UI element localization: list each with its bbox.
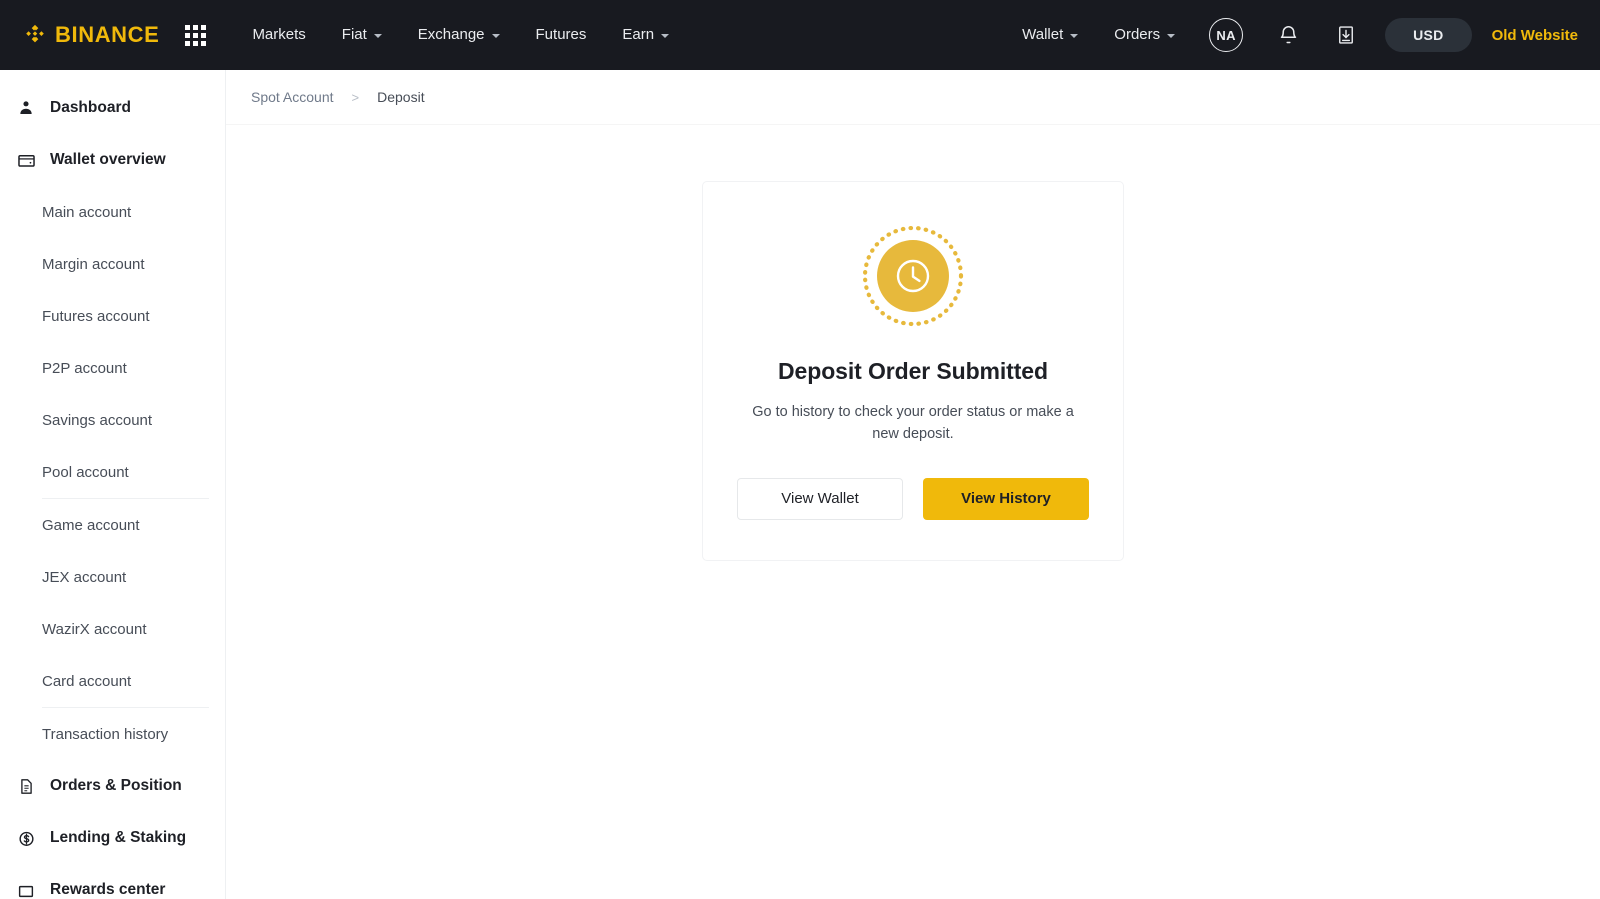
sidebar-item-pool-account[interactable]: Pool account bbox=[0, 446, 225, 498]
main-content: Spot Account > Deposit Deposit Order Sub… bbox=[226, 70, 1600, 899]
clock-glyph bbox=[862, 225, 964, 327]
deposit-status-card: Deposit Order Submitted Go to history to… bbox=[702, 181, 1124, 561]
breadcrumb-current[interactable]: Deposit bbox=[377, 89, 424, 105]
download-glyph bbox=[1339, 26, 1354, 44]
dollar-coin-glyph bbox=[18, 831, 34, 846]
sidebar-item-margin-account[interactable]: Margin account bbox=[0, 238, 225, 290]
avatar-initials: NA bbox=[1216, 27, 1236, 43]
sidebar-item-transaction-history[interactable]: Transaction history bbox=[0, 708, 225, 760]
sidebar-item-game-account[interactable]: Game account bbox=[0, 499, 225, 551]
document-glyph bbox=[20, 778, 32, 794]
nav-item-orders[interactable]: Orders bbox=[1096, 0, 1193, 70]
sidebar-item-jex-account[interactable]: JEX account bbox=[0, 551, 225, 603]
sidebar-item-label: Orders & Position bbox=[50, 777, 182, 794]
nav-label: Earn bbox=[622, 26, 655, 43]
person-icon bbox=[16, 98, 36, 118]
clock-icon bbox=[861, 224, 965, 328]
nav-item-exchange[interactable]: Exchange bbox=[400, 0, 518, 70]
binance-diamond-icon bbox=[26, 24, 44, 43]
chevron-down-icon bbox=[661, 34, 670, 38]
page-body: Dashboard Wallet overview Main account M… bbox=[0, 70, 1600, 899]
sidebar-item-rewards-center[interactable]: Rewards center bbox=[0, 864, 225, 899]
person-glyph bbox=[20, 101, 32, 114]
nav-item-futures[interactable]: Futures bbox=[518, 0, 605, 70]
card-container: Deposit Order Submitted Go to history to… bbox=[226, 125, 1600, 561]
main-nav: Markets Fiat Exchange Futures Earn bbox=[234, 0, 687, 70]
brand-name: BINANCE bbox=[55, 22, 160, 47]
old-website-link[interactable]: Old Website bbox=[1492, 27, 1578, 44]
apps-grid-icon[interactable] bbox=[185, 24, 207, 46]
gift-icon bbox=[16, 880, 36, 899]
sidebar-item-savings-account[interactable]: Savings account bbox=[0, 394, 225, 446]
wallet-icon bbox=[16, 150, 36, 170]
chevron-down-icon bbox=[1167, 34, 1176, 38]
top-header: BINANCE Markets Fiat Exchange Futures Ea… bbox=[0, 0, 1600, 70]
document-icon bbox=[16, 776, 36, 796]
sidebar-item-label: Rewards center bbox=[50, 881, 166, 898]
sidebar-item-p2p-account[interactable]: P2P account bbox=[0, 342, 225, 394]
sidebar-item-lending-staking[interactable]: Lending & Staking bbox=[0, 812, 225, 864]
header-right-cluster: Wallet Orders NA USD Old Website bbox=[1004, 0, 1578, 70]
sidebar-item-main-account[interactable]: Main account bbox=[0, 186, 225, 238]
bell-icon[interactable] bbox=[1271, 18, 1305, 52]
view-history-button[interactable]: View History bbox=[923, 477, 1089, 520]
card-title: Deposit Order Submitted bbox=[778, 358, 1048, 384]
view-wallet-button[interactable]: View Wallet bbox=[737, 477, 904, 520]
breadcrumb: Spot Account > Deposit bbox=[226, 70, 1600, 125]
sidebar-item-dashboard[interactable]: Dashboard bbox=[0, 82, 225, 134]
sidebar-item-card-account[interactable]: Card account bbox=[0, 655, 225, 707]
sidebar-item-futures-account[interactable]: Futures account bbox=[0, 290, 225, 342]
currency-label: USD bbox=[1413, 27, 1444, 43]
breadcrumb-separator: > bbox=[351, 89, 360, 105]
card-actions: View Wallet View History bbox=[737, 477, 1089, 520]
nav-item-markets[interactable]: Markets bbox=[234, 0, 323, 70]
chevron-down-icon bbox=[1070, 34, 1079, 38]
chevron-down-icon bbox=[491, 34, 500, 38]
binance-logo[interactable]: BINANCE bbox=[22, 22, 159, 48]
nav-label: Exchange bbox=[417, 26, 485, 43]
nav-label: Wallet bbox=[1022, 26, 1064, 43]
sidebar-item-label: Wallet overview bbox=[50, 151, 166, 168]
breadcrumb-parent[interactable]: Spot Account bbox=[251, 89, 334, 105]
wallet-glyph bbox=[17, 154, 35, 167]
nav-item-earn[interactable]: Earn bbox=[604, 0, 687, 70]
nav-label: Futures bbox=[535, 26, 587, 43]
bell-glyph bbox=[1280, 25, 1296, 43]
nav-label: Markets bbox=[252, 26, 306, 43]
nav-label: Orders bbox=[1114, 26, 1161, 43]
avatar[interactable]: NA bbox=[1209, 18, 1244, 52]
dollar-coin-icon bbox=[16, 828, 36, 848]
sidebar-item-wallet-overview[interactable]: Wallet overview bbox=[0, 134, 225, 186]
download-app-icon[interactable] bbox=[1329, 18, 1363, 52]
sidebar-item-label: Dashboard bbox=[50, 99, 131, 116]
nav-item-fiat[interactable]: Fiat bbox=[324, 0, 400, 70]
sidebar-item-label: Lending & Staking bbox=[50, 829, 187, 846]
currency-selector[interactable]: USD bbox=[1385, 18, 1472, 52]
nav-item-wallet[interactable]: Wallet bbox=[1004, 0, 1096, 70]
nav-label: Fiat bbox=[341, 26, 367, 43]
sidebar-item-orders-position[interactable]: Orders & Position bbox=[0, 760, 225, 812]
card-description: Go to history to check your order status… bbox=[752, 404, 1074, 443]
gift-glyph bbox=[18, 885, 34, 898]
chevron-down-icon bbox=[373, 34, 382, 38]
sidebar: Dashboard Wallet overview Main account M… bbox=[0, 70, 226, 899]
sidebar-item-wazirx-account[interactable]: WazirX account bbox=[0, 603, 225, 655]
